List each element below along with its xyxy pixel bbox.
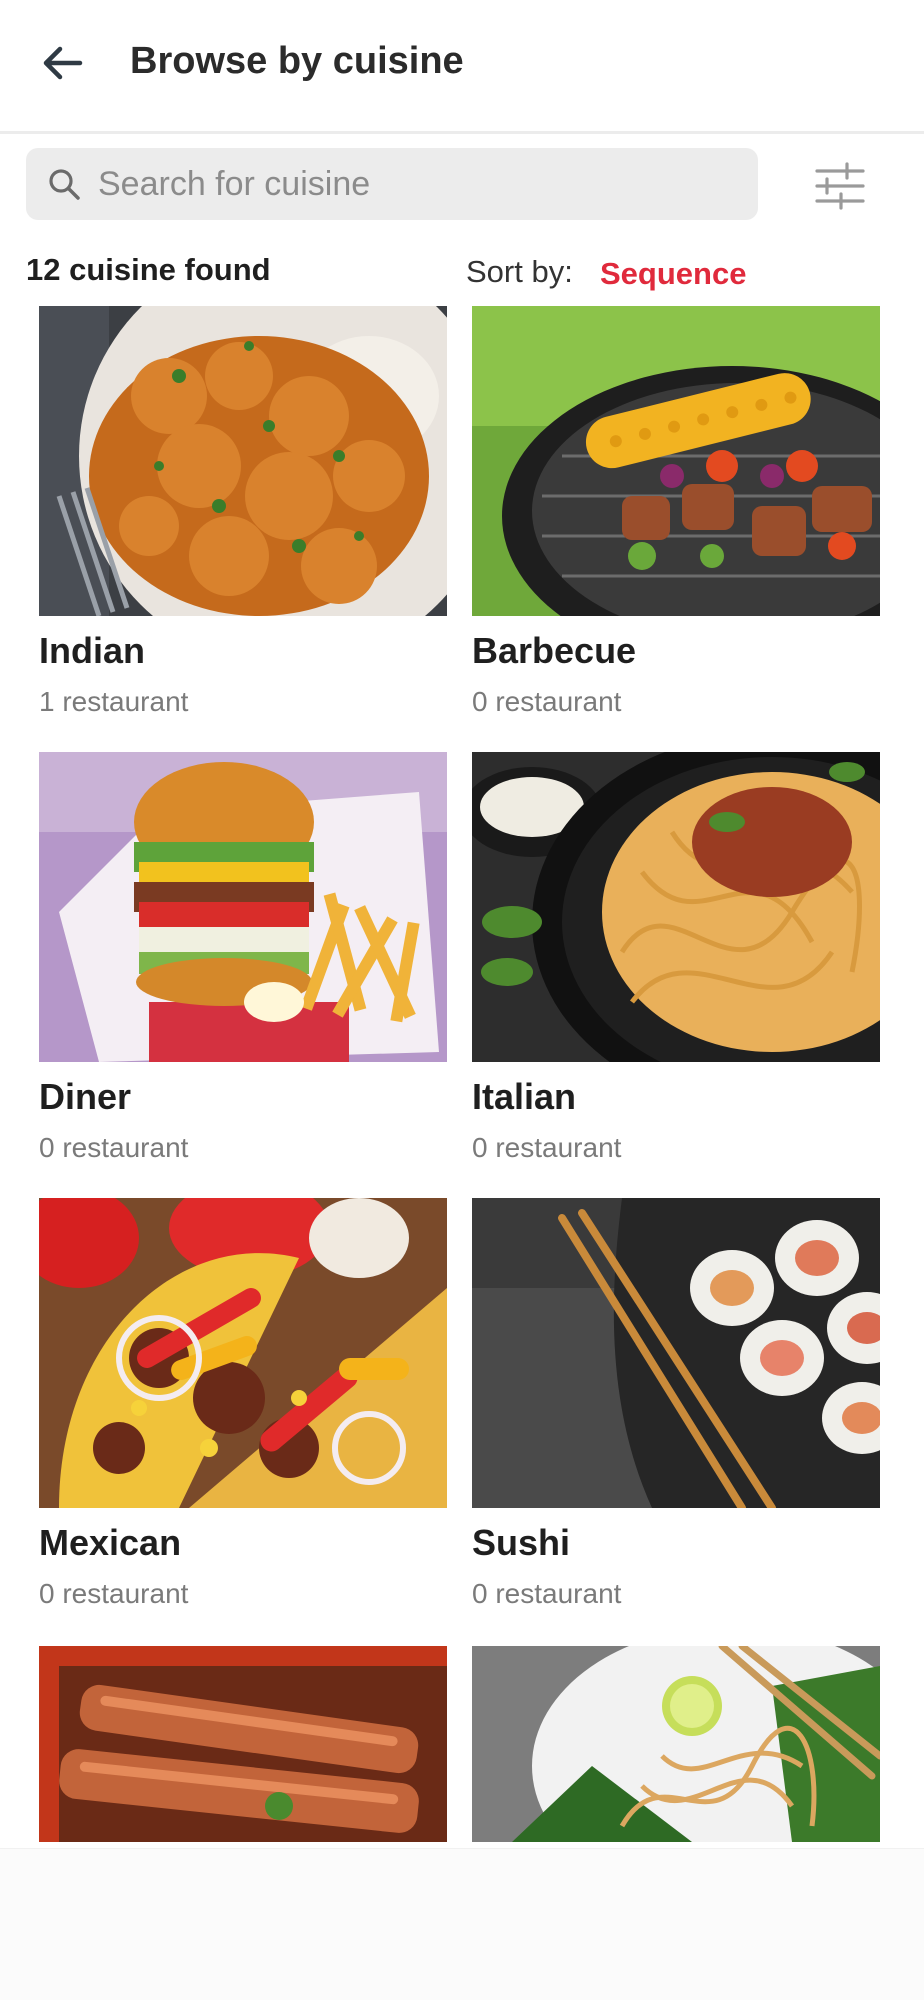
app-header: Browse by cuisine: [0, 0, 924, 134]
restaurant-count: 0 restaurant: [472, 686, 622, 717]
cuisine-image: [472, 306, 880, 616]
sort-dropdown[interactable]: Sequence: [600, 256, 746, 292]
cuisine-card[interactable]: [39, 1646, 447, 1842]
search-icon: [49, 169, 80, 200]
results-count: 12 cuisine found: [26, 252, 271, 287]
cuisine-image: [39, 1198, 447, 1508]
cuisine-name: Mexican: [39, 1522, 182, 1563]
cuisine-name: Diner: [39, 1076, 132, 1117]
search-bar: [26, 148, 758, 220]
cuisine-image: [39, 306, 447, 616]
cuisine-card-barbecue[interactable]: Barbecue 0 restaurant: [472, 306, 880, 717]
cuisine-name: Italian: [472, 1076, 577, 1117]
restaurant-count: 0 restaurant: [472, 1132, 622, 1163]
cuisine-card-mexican[interactable]: Mexican 0 restaurant: [39, 1198, 447, 1609]
cuisine-card-indian[interactable]: Indian 1 restaurant: [39, 306, 447, 717]
search-input[interactable]: [98, 148, 738, 220]
arrow-left-icon: [43, 46, 83, 80]
restaurant-count: 0 restaurant: [39, 1578, 189, 1609]
cuisine-card-sushi[interactable]: Sushi 0 restaurant: [472, 1198, 880, 1609]
restaurant-count: 0 restaurant: [472, 1578, 622, 1609]
restaurant-count: 0 restaurant: [39, 1132, 189, 1163]
cuisine-name: Indian: [39, 630, 145, 671]
cuisine-card[interactable]: [472, 1646, 880, 1842]
back-button[interactable]: [30, 30, 96, 96]
sliders-icon: [815, 162, 865, 210]
cuisine-name: Sushi: [472, 1522, 571, 1563]
cuisine-card-italian[interactable]: Italian 0 restaurant: [472, 752, 880, 1163]
cuisine-card-diner[interactable]: Diner 0 restaurant: [39, 752, 447, 1163]
page-title: Browse by cuisine: [130, 40, 464, 82]
sort-label: Sort by:: [466, 254, 573, 289]
cuisine-image: [472, 1646, 880, 1842]
restaurant-count: 1 restaurant: [39, 686, 189, 717]
cuisine-image: [472, 1198, 880, 1508]
cuisine-image: [39, 752, 447, 1062]
cuisine-name: Barbecue: [472, 630, 637, 671]
bottom-area: [0, 1848, 924, 2000]
cuisine-image: [472, 752, 880, 1062]
cuisine-image: [39, 1646, 447, 1842]
filter-button[interactable]: [810, 158, 870, 214]
